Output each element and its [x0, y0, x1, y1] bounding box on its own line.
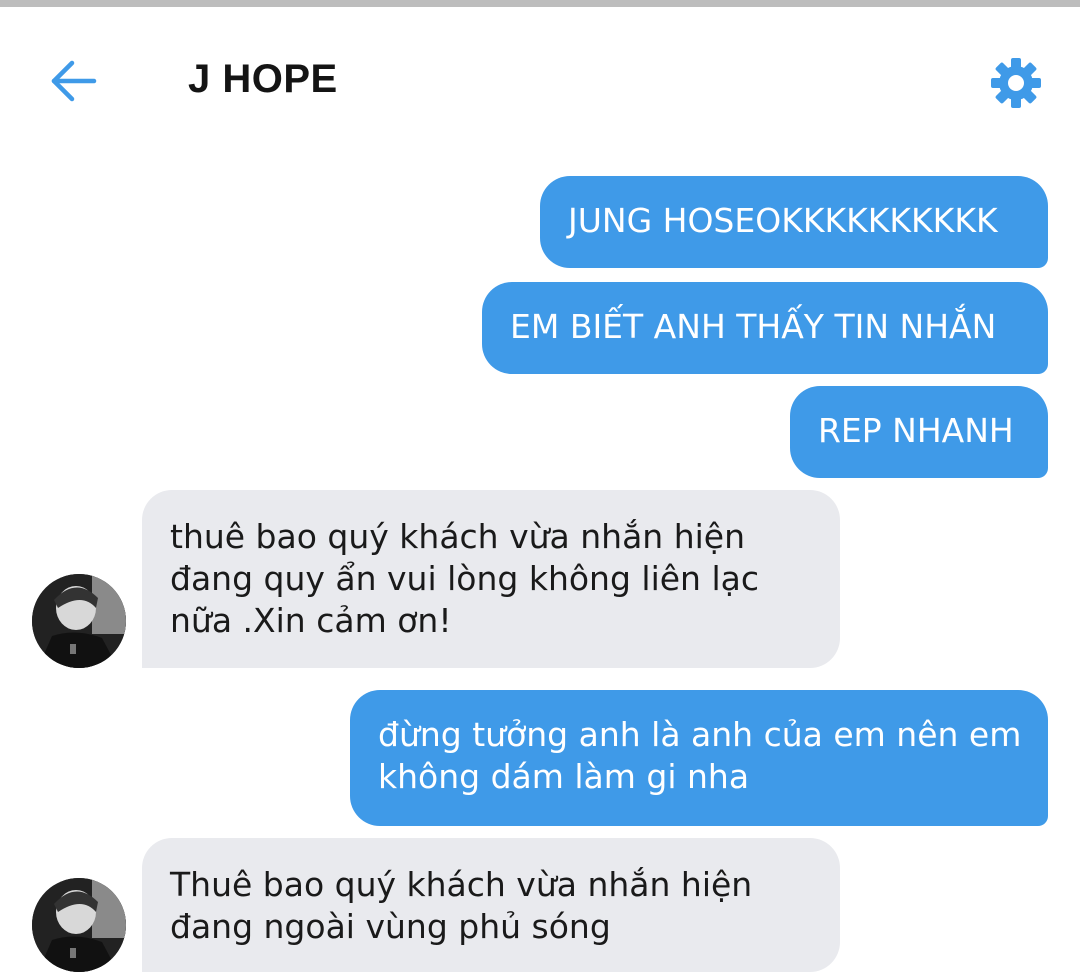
- message-text-line: thuê bao quý khách vừa nhắn hiện: [170, 517, 746, 556]
- contact-avatar[interactable]: [32, 574, 126, 668]
- message-text-line: không dám làm gi nha: [378, 757, 750, 796]
- chat-header: J HOPE: [0, 7, 1080, 147]
- message-text: EM BIẾT ANH THẤY TIN NHẮN: [510, 307, 997, 346]
- chat-screen: J HOPE JUNG HOSEOKKKKKKKKKK EM BIẾT ANH …: [0, 0, 1080, 977]
- back-button[interactable]: [48, 59, 100, 103]
- message-text-line: đang ngoài vùng phủ sóng: [170, 907, 611, 946]
- message-bubble-outgoing[interactable]: REP NHANH: [790, 386, 1048, 478]
- settings-button[interactable]: [988, 55, 1044, 111]
- status-bar-strip: [0, 0, 1080, 7]
- contact-avatar[interactable]: [32, 878, 126, 972]
- message-bubble-incoming[interactable]: thuê bao quý khách vừa nhắn hiện đang qu…: [142, 490, 840, 668]
- avatar-photo: [32, 878, 126, 972]
- message-text-line: đừng tưởng anh là anh của em nên em: [378, 715, 1022, 754]
- conversation-title: J HOPE: [188, 57, 338, 101]
- message-text-line: Thuê bao quý khách vừa nhắn hiện: [170, 865, 753, 904]
- arrow-left-icon: [51, 60, 97, 102]
- message-text: REP NHANH: [818, 411, 1014, 450]
- gear-icon: [991, 58, 1041, 108]
- avatar-photo: [32, 574, 126, 668]
- message-text-line: đang quy ẩn vui lòng không liên lạc: [170, 559, 759, 598]
- message-bubble-outgoing[interactable]: đừng tưởng anh là anh của em nên em khôn…: [350, 690, 1048, 826]
- message-text: JUNG HOSEOKKKKKKKKKK: [568, 201, 998, 240]
- message-text-line: nữa .Xin cảm ơn!: [170, 601, 452, 640]
- message-bubble-outgoing[interactable]: EM BIẾT ANH THẤY TIN NHẮN: [482, 282, 1048, 374]
- message-bubble-incoming[interactable]: Thuê bao quý khách vừa nhắn hiện đang ng…: [142, 838, 840, 972]
- message-bubble-outgoing[interactable]: JUNG HOSEOKKKKKKKKKK: [540, 176, 1048, 268]
